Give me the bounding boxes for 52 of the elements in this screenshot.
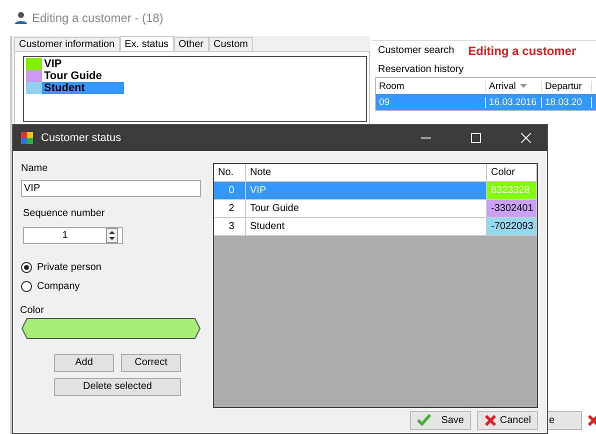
group-label: Customer search <box>378 45 454 56</box>
column-header[interactable]: No. <box>214 164 246 180</box>
heading: Editing a customer <box>468 44 576 58</box>
column-header[interactable]: Arrival <box>486 80 542 92</box>
color-cell: -3302401 <box>487 200 537 216</box>
color-cell: -7022093 <box>487 218 537 234</box>
checkmark-icon <box>417 414 431 426</box>
field-label: Color <box>20 304 45 316</box>
correct-button[interactable]: Correct <box>121 354 181 372</box>
column-header[interactable]: Room <box>376 80 486 92</box>
status-item[interactable]: Tour Guide <box>42 70 124 82</box>
tab[interactable]: Customer information <box>14 37 120 52</box>
dialog-title: Customer status <box>41 132 122 144</box>
delete-button[interactable]: Delete selected <box>54 378 181 396</box>
radio-button[interactable] <box>21 280 32 292</box>
window-title: Editing a customer - (18) <box>32 11 164 25</box>
close-icon[interactable] <box>521 132 531 143</box>
radio-button[interactable] <box>21 262 32 272</box>
color-cell: 8323328 <box>487 182 537 198</box>
table-cell: 18.03.20 <box>542 96 592 108</box>
column-header[interactable]: Departur <box>542 80 592 92</box>
column-header[interactable]: Color <box>487 164 537 180</box>
cancel-button[interactable]: Cancel <box>477 410 538 430</box>
table-cell: 0 <box>214 182 246 198</box>
add-button[interactable]: Add <box>54 354 114 372</box>
tab[interactable]: Custom <box>208 37 253 52</box>
save-button[interactable]: Save <box>410 410 471 430</box>
status-item[interactable]: Student <box>42 82 124 94</box>
maximize-icon[interactable] <box>471 132 481 143</box>
column-header[interactable]: Note <box>246 164 487 180</box>
sort-arrow-icon <box>520 84 527 88</box>
grid-row[interactable]: 3 Student -7022093 <box>214 218 537 236</box>
tab[interactable]: Other <box>174 37 209 52</box>
field-label: Name <box>21 162 49 174</box>
table-cell: 2 <box>214 200 246 216</box>
group-label: Reservation history <box>377 63 465 77</box>
spin-arrows-icon[interactable] <box>106 228 118 242</box>
people-icon <box>14 11 28 25</box>
radio-option[interactable]: Company <box>21 276 213 296</box>
name-field[interactable]: VIP <box>21 180 201 196</box>
tab[interactable]: Ex. status <box>120 36 174 52</box>
table-cell: 16.03.2016 <box>486 96 542 108</box>
app-icon <box>21 132 33 144</box>
radio-option[interactable]: Private person <box>21 258 213 276</box>
table-cell: 3 <box>214 218 246 234</box>
field-label: Sequence number <box>23 208 106 218</box>
status-item[interactable]: VIP <box>42 58 124 70</box>
cancel-icon <box>484 414 497 427</box>
number-spinner[interactable]: 1 <box>23 226 123 244</box>
grid-row[interactable]: 2 Tour Guide -3302401 <box>214 200 537 218</box>
table-cell: 09 <box>376 96 486 108</box>
color-swatch[interactable] <box>21 318 201 338</box>
